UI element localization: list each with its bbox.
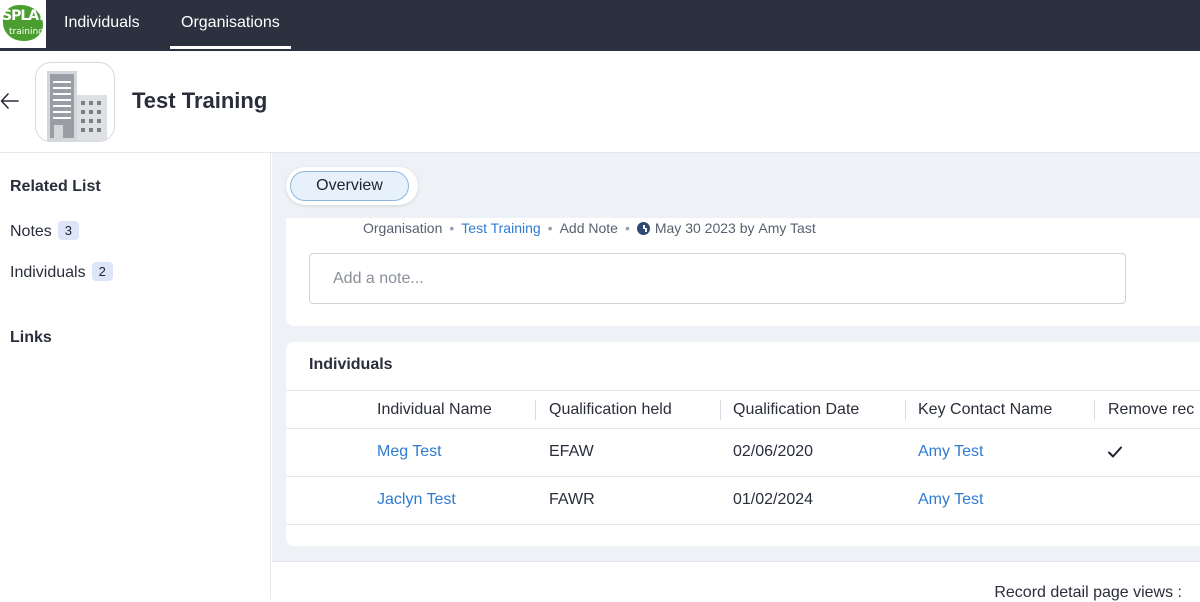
brand-logo[interactable]: SPLAT training xyxy=(0,0,46,48)
top-navigation-bar: SPLAT training Individuals Organisations xyxy=(0,0,1200,51)
column-header-qualification-held[interactable]: Qualification held xyxy=(549,391,672,428)
sidebar-item-notes[interactable]: Notes 3 xyxy=(10,221,80,241)
column-divider xyxy=(535,400,536,420)
sidebar-item-label: Individuals xyxy=(10,264,86,281)
clock-icon xyxy=(636,222,650,235)
column-divider xyxy=(905,400,906,420)
record-title: Test Training xyxy=(132,88,268,113)
record-views-label: Record detail page views : xyxy=(994,584,1182,601)
related-list-sidebar: Related List Notes 3 Individuals 2 Links xyxy=(0,153,271,599)
sidebar-item-individuals[interactable]: Individuals 2 xyxy=(10,262,113,282)
main-content: Overview Organisation • Test Training • Add … xyxy=(272,153,1200,601)
related-list-heading: Related List xyxy=(10,178,101,195)
note-meta: Organisation • Test Training • Add Note • May … xyxy=(363,220,816,236)
individuals-section: Individuals Individual Name Qualificatio… xyxy=(286,342,1200,546)
key-contact-link[interactable]: Amy Test xyxy=(918,477,984,524)
nav-tab-organisations[interactable]: Organisations xyxy=(170,0,291,49)
column-divider xyxy=(720,400,721,420)
table-row[interactable]: Meg Test EFAW 02/06/2020 Amy Test xyxy=(286,429,1200,477)
column-header-qualification-date[interactable]: Qualification Date xyxy=(733,391,859,428)
qualification-date-cell: 01/02/2024 xyxy=(733,491,814,508)
separator: • xyxy=(547,220,553,236)
separator: • xyxy=(624,220,630,236)
table-header: Individual Name Qualification held Quali… xyxy=(286,390,1200,429)
note-date: May 30 2023 xyxy=(654,220,736,236)
table-row[interactable]: Jaclyn Test FAWR 01/02/2024 Amy Test xyxy=(286,477,1200,525)
tab-overview[interactable]: Overview xyxy=(290,171,409,201)
note-author: Amy Tast xyxy=(758,220,816,236)
record-header: Test Training xyxy=(0,51,1200,153)
add-note-input[interactable] xyxy=(309,253,1126,304)
tab-bar: Overview xyxy=(272,153,1200,219)
notes-section: Organisation • Test Training • Add Note • May … xyxy=(286,218,1200,326)
checkmark-icon xyxy=(1108,446,1122,458)
column-header-individual-name[interactable]: Individual Name xyxy=(377,391,492,428)
building-icon xyxy=(47,71,107,141)
qualification-date-cell: 02/06/2020 xyxy=(733,443,814,460)
note-by: by xyxy=(739,220,755,236)
count-badge: 3 xyxy=(57,221,80,240)
column-header-remove-record[interactable]: Remove record xyxy=(1108,391,1194,428)
logo-text: SPLAT xyxy=(2,8,46,24)
individuals-section-title: Individuals xyxy=(309,356,393,373)
individual-name-link[interactable]: Meg Test xyxy=(377,429,442,476)
logo-subtext: training xyxy=(9,27,44,37)
tab-group: Overview xyxy=(286,167,418,205)
note-module: Organisation xyxy=(363,220,443,236)
nav-tab-individuals[interactable]: Individuals xyxy=(64,0,140,49)
note-record-link[interactable]: Test Training xyxy=(461,220,540,236)
count-badge: 2 xyxy=(91,262,113,281)
individual-name-link[interactable]: Jaclyn Test xyxy=(377,477,456,524)
sidebar-item-label: Notes xyxy=(10,223,52,240)
key-contact-link[interactable]: Amy Test xyxy=(918,429,984,476)
record-footer: Record detail page views : xyxy=(272,561,1200,601)
back-arrow-icon[interactable] xyxy=(0,89,20,113)
column-header-key-contact-name[interactable]: Key Contact Name xyxy=(918,391,1052,428)
note-action: Add Note xyxy=(559,220,618,236)
qualification-cell: EFAW xyxy=(549,443,594,460)
qualification-cell: FAWR xyxy=(549,491,595,508)
column-divider xyxy=(1094,400,1095,420)
links-heading: Links xyxy=(10,329,52,346)
separator: • xyxy=(449,220,455,236)
organisation-avatar xyxy=(35,62,115,142)
